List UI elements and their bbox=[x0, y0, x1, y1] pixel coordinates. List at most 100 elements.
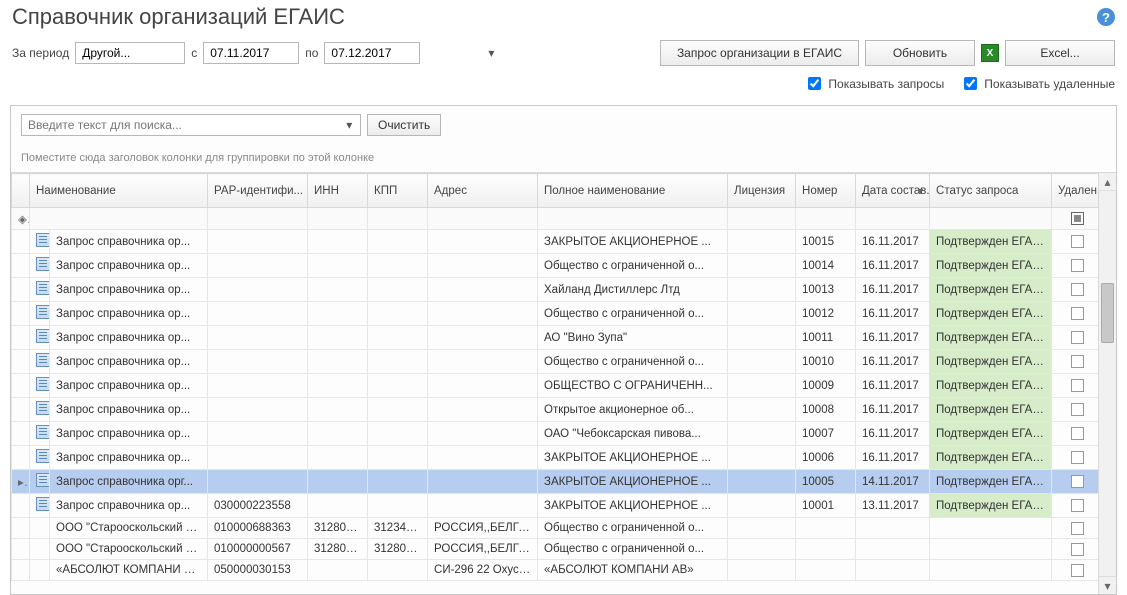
cell-deleted[interactable] bbox=[1052, 278, 1098, 302]
deleted-checkbox[interactable] bbox=[1071, 499, 1084, 512]
chevron-down-icon[interactable]: ▾ bbox=[343, 118, 356, 132]
cell-date: 16.11.2017 bbox=[856, 422, 930, 446]
cell-address: РОССИЯ,,БЕЛГОРОД... bbox=[428, 518, 538, 539]
scroll-thumb[interactable] bbox=[1101, 283, 1114, 343]
cell-status: Подтвержден ЕГАИС bbox=[930, 470, 1052, 494]
deleted-checkbox[interactable] bbox=[1071, 427, 1084, 440]
cell-deleted[interactable] bbox=[1052, 350, 1098, 374]
deleted-checkbox[interactable] bbox=[1071, 451, 1084, 464]
data-grid[interactable]: Наименование РАР-идентифи... ИНН КПП Адр… bbox=[11, 173, 1098, 581]
col-name[interactable]: Наименование bbox=[30, 174, 208, 208]
deleted-checkbox[interactable] bbox=[1071, 355, 1084, 368]
date-from-label: с bbox=[191, 46, 197, 60]
date-to-input[interactable] bbox=[329, 45, 488, 61]
cell-deleted[interactable] bbox=[1052, 374, 1098, 398]
row-icon-cell bbox=[30, 446, 50, 470]
show-requests-input[interactable] bbox=[808, 77, 821, 90]
col-status[interactable]: Статус запроса bbox=[930, 174, 1052, 208]
cell-license bbox=[728, 302, 796, 326]
scroll-down-icon[interactable]: ▾ bbox=[1099, 576, 1116, 594]
col-inn[interactable]: ИНН bbox=[308, 174, 368, 208]
cell-license bbox=[728, 374, 796, 398]
table-row[interactable]: Запрос справочника ор...Общество с огран… bbox=[12, 350, 1099, 374]
deleted-checkbox[interactable] bbox=[1071, 331, 1084, 344]
table-row[interactable]: ООО "Старооскольский лике...010000000567… bbox=[12, 539, 1099, 560]
table-row[interactable]: ООО "Старооскольский лике...010000688363… bbox=[12, 518, 1099, 539]
deleted-checkbox[interactable] bbox=[1071, 475, 1084, 488]
chevron-down-icon[interactable]: ▾ bbox=[488, 46, 494, 60]
table-row[interactable]: Запрос справочника ор...Общество с огран… bbox=[12, 254, 1099, 278]
table-row[interactable]: ▸Запрос справочника орг...ЗАКРЫТОЕ АКЦИО… bbox=[12, 470, 1099, 494]
deleted-checkbox[interactable] bbox=[1071, 403, 1084, 416]
clear-button[interactable]: Очистить bbox=[367, 114, 441, 136]
deleted-checkbox[interactable] bbox=[1071, 379, 1084, 392]
table-row[interactable]: Запрос справочника ор...ЗАКРЫТОЕ АКЦИОНЕ… bbox=[12, 446, 1099, 470]
search-input[interactable] bbox=[26, 117, 343, 133]
col-deleted[interactable]: Удален bbox=[1052, 174, 1098, 208]
cell-rar bbox=[208, 422, 308, 446]
cell-inn bbox=[308, 278, 368, 302]
show-requests-checkbox[interactable]: Показывать запросы bbox=[804, 74, 944, 93]
deleted-checkbox[interactable] bbox=[1071, 259, 1084, 272]
cell-deleted[interactable] bbox=[1052, 539, 1098, 560]
col-address[interactable]: Адрес bbox=[428, 174, 538, 208]
cell-deleted[interactable] bbox=[1052, 560, 1098, 581]
table-row[interactable]: Запрос справочника ор...Общество с огран… bbox=[12, 302, 1099, 326]
cell-deleted[interactable] bbox=[1052, 518, 1098, 539]
filter-row[interactable]: ◈ bbox=[12, 208, 1099, 230]
col-kpp[interactable]: КПП bbox=[368, 174, 428, 208]
table-row[interactable]: Запрос справочника ор...Открытое акционе… bbox=[12, 398, 1099, 422]
col-license[interactable]: Лицензия bbox=[728, 174, 796, 208]
deleted-checkbox[interactable] bbox=[1071, 564, 1084, 577]
table-row[interactable]: «АБСОЛЮТ КОМПАНИ АВ»050000030153СИ-296 2… bbox=[12, 560, 1099, 581]
help-icon[interactable]: ? bbox=[1097, 8, 1115, 26]
table-row[interactable]: Запрос справочника ор...ОБЩЕСТВО С ОГРАН… bbox=[12, 374, 1099, 398]
search-input-combo[interactable]: ▾ bbox=[21, 114, 361, 136]
request-org-button[interactable]: Запрос организации в ЕГАИС bbox=[660, 40, 859, 66]
deleted-checkbox[interactable] bbox=[1071, 235, 1084, 248]
deleted-checkbox[interactable] bbox=[1071, 283, 1084, 296]
cell-deleted[interactable] bbox=[1052, 422, 1098, 446]
cell-rar: 010000000567 bbox=[208, 539, 308, 560]
deleted-checkbox[interactable] bbox=[1071, 543, 1084, 556]
cell-deleted[interactable] bbox=[1052, 494, 1098, 518]
date-from[interactable]: ▾ bbox=[203, 42, 299, 64]
cell-status bbox=[930, 560, 1052, 581]
cell-deleted[interactable] bbox=[1052, 254, 1098, 278]
refresh-button[interactable]: Обновить bbox=[865, 40, 975, 66]
col-rar[interactable]: РАР-идентифи... bbox=[208, 174, 308, 208]
col-date[interactable]: Дата состав... ▼ bbox=[856, 174, 930, 208]
cell-name: Запрос справочника ор... bbox=[50, 350, 208, 374]
cell-rar bbox=[208, 302, 308, 326]
table-row[interactable]: Запрос справочника ор...ОАО "Чебоксарска… bbox=[12, 422, 1099, 446]
col-number[interactable]: Номер bbox=[796, 174, 856, 208]
show-deleted-checkbox[interactable]: Показывать удаленные bbox=[960, 74, 1115, 93]
date-to[interactable]: ▾ bbox=[324, 42, 420, 64]
cell-date: 14.11.2017 bbox=[856, 470, 930, 494]
cell-deleted[interactable] bbox=[1052, 326, 1098, 350]
cell-deleted[interactable] bbox=[1052, 470, 1098, 494]
excel-icon[interactable]: X bbox=[981, 44, 999, 62]
cell-address bbox=[428, 422, 538, 446]
table-row[interactable]: Запрос справочника ор...030000223558ЗАКР… bbox=[12, 494, 1099, 518]
show-deleted-input[interactable] bbox=[964, 77, 977, 90]
cell-number: 10008 bbox=[796, 398, 856, 422]
scroll-up-icon[interactable]: ▴ bbox=[1099, 173, 1116, 191]
cell-date bbox=[856, 539, 930, 560]
excel-button[interactable]: Excel... bbox=[1005, 40, 1115, 66]
deleted-filter-checkbox[interactable] bbox=[1071, 212, 1084, 225]
cell-deleted[interactable] bbox=[1052, 302, 1098, 326]
row-indicator bbox=[12, 350, 30, 374]
table-row[interactable]: Запрос справочника ор...АО "Вино Зупа"10… bbox=[12, 326, 1099, 350]
col-fullname[interactable]: Полное наименование bbox=[538, 174, 728, 208]
table-row[interactable]: Запрос справочника ор...ЗАКРЫТОЕ АКЦИОНЕ… bbox=[12, 230, 1099, 254]
period-select[interactable]: ▾ bbox=[75, 42, 185, 64]
cell-deleted[interactable] bbox=[1052, 398, 1098, 422]
deleted-checkbox[interactable] bbox=[1071, 522, 1084, 535]
cell-deleted[interactable] bbox=[1052, 230, 1098, 254]
table-row[interactable]: Запрос справочника ор...Хайланд Дистилле… bbox=[12, 278, 1099, 302]
vertical-scrollbar[interactable]: ▴ ▾ bbox=[1098, 173, 1116, 594]
filter-icon[interactable]: ◈ bbox=[12, 208, 30, 230]
deleted-checkbox[interactable] bbox=[1071, 307, 1084, 320]
cell-deleted[interactable] bbox=[1052, 446, 1098, 470]
